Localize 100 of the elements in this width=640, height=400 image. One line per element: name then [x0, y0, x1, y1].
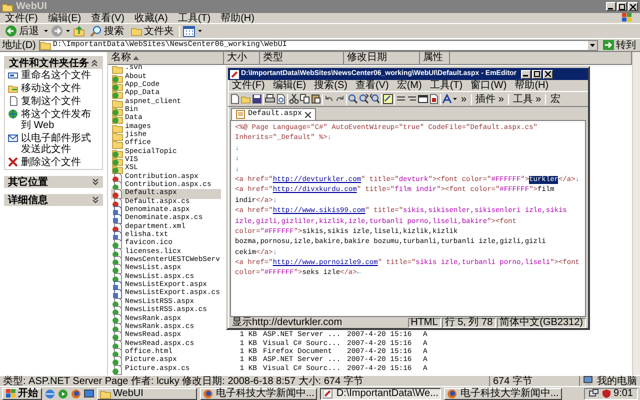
- menu-item[interactable]: 编辑(E): [268, 80, 310, 91]
- panel-title: 文件和文件夹任务: [9, 58, 89, 68]
- page-icon: [112, 289, 123, 300]
- column-header[interactable]: 大小: [224, 52, 260, 64]
- expand-icon[interactable]: [92, 178, 99, 186]
- browser-icon[interactable]: [45, 388, 55, 398]
- menu-item[interactable]: 查看(V): [351, 80, 393, 91]
- minimize-button[interactable]: [520, 70, 531, 78]
- menu-item[interactable]: 收藏(A): [129, 12, 173, 24]
- expand-icon[interactable]: [92, 196, 99, 204]
- go-button[interactable]: 转到: [601, 40, 638, 50]
- caret-icon[interactable]: [453, 98, 457, 100]
- taskbar-button[interactable]: WebUI: [97, 388, 197, 400]
- menu-item[interactable]: 编辑(E): [42, 12, 86, 24]
- bookmark-icon[interactable]: [429, 94, 439, 104]
- cut-icon[interactable]: [289, 94, 299, 104]
- find-next-icon[interactable]: [359, 94, 369, 104]
- page-icon: [112, 298, 123, 308]
- menu-item[interactable]: 窗口(W): [466, 80, 511, 91]
- copy-icon[interactable]: [300, 94, 310, 104]
- toolbar-button[interactable]: 插件 »: [472, 94, 507, 104]
- status-text: 显示http://devturkler.com: [231, 318, 344, 328]
- print-icon[interactable]: [265, 94, 275, 104]
- caret-icon[interactable]: [66, 30, 70, 32]
- taskbar-button[interactable]: 电子科技大学新闻中...: [444, 388, 562, 400]
- task-link[interactable]: 将这个文件发布到 Web: [5, 108, 102, 132]
- desktop-icon[interactable]: [84, 388, 94, 398]
- column-header[interactable]: 类型: [260, 52, 344, 64]
- font-icon[interactable]: [442, 94, 452, 104]
- redo-icon[interactable]: [335, 94, 345, 104]
- undo-icon[interactable]: [324, 94, 334, 104]
- paste-icon[interactable]: [311, 94, 321, 104]
- maximize-button[interactable]: [532, 70, 542, 78]
- web-folder-icon: [112, 156, 123, 166]
- window-icon[interactable]: [418, 94, 428, 104]
- task-link[interactable]: 复制这个文件: [5, 95, 102, 108]
- start-button[interactable]: 开始: [2, 388, 42, 400]
- page-icon: [112, 306, 123, 316]
- page-icon: [112, 272, 123, 283]
- taskbar-button[interactable]: D:\ImportantData\We...: [320, 388, 442, 400]
- menu-item[interactable]: 查看(V): [86, 12, 130, 24]
- folder-icon: [131, 26, 142, 36]
- menu-item[interactable]: 文件(F): [0, 12, 43, 24]
- dropdown-icon[interactable]: [588, 40, 597, 50]
- computer-icon: [583, 376, 593, 386]
- scrollbar[interactable]: [632, 52, 640, 375]
- menu-item[interactable]: 工具(T): [172, 12, 216, 24]
- back-button[interactable]: 后退: [3, 25, 41, 37]
- collapse-icon[interactable]: [91, 59, 98, 67]
- folder-icon: [112, 98, 123, 108]
- page-icon: [112, 198, 123, 208]
- menu-item[interactable]: 工具(T): [426, 80, 467, 91]
- close-button[interactable]: [542, 70, 553, 78]
- column-header[interactable]: 名称: [108, 52, 224, 64]
- network-icon[interactable]: [588, 389, 599, 398]
- task-link[interactable]: 重命名这个文件: [5, 69, 102, 82]
- menu-item[interactable]: 文件(F): [228, 80, 269, 91]
- maximize-button[interactable]: [617, 2, 627, 11]
- folders-button[interactable]: 文件夹: [129, 26, 176, 36]
- highlight-icon[interactable]: [383, 94, 393, 104]
- toolbar-button[interactable]: 工具 »: [510, 94, 544, 104]
- toolbar-button[interactable]: 宏: [547, 94, 564, 104]
- search-button[interactable]: 搜索: [88, 25, 126, 37]
- column-header[interactable]: 修改日期: [344, 52, 420, 64]
- folder-icon: [2, 2, 13, 12]
- page-icon: [112, 314, 123, 324]
- task-link[interactable]: 移动这个文件: [5, 82, 102, 95]
- menu-item[interactable]: 搜索(S): [310, 80, 352, 91]
- mail-icon: [8, 133, 18, 143]
- task-link[interactable]: 删除这个文件: [5, 156, 102, 169]
- code-area[interactable]: [230, 120, 586, 317]
- caret-icon[interactable]: [44, 30, 48, 32]
- preview-icon[interactable]: [276, 94, 286, 104]
- folder-icon: [100, 388, 111, 398]
- close-button[interactable]: [628, 2, 638, 11]
- delete-icon: [8, 157, 18, 167]
- minimize-button[interactable]: [606, 2, 616, 11]
- column-header[interactable]: 属性: [420, 52, 450, 64]
- menu-item[interactable]: 宏(M): [392, 80, 426, 91]
- close-icon[interactable]: [305, 112, 312, 118]
- search-icon[interactable]: [348, 94, 358, 104]
- taskbar-button[interactable]: 电子科技大学新闻中...: [200, 388, 318, 400]
- new-file-icon[interactable]: [230, 94, 240, 104]
- menu-item[interactable]: 帮助(H): [510, 80, 553, 91]
- page-icon: [112, 214, 123, 224]
- folder-icon: [112, 130, 123, 141]
- status-encoding: 简体中文(GB2312): [496, 318, 586, 328]
- copy-icon: [8, 96, 18, 106]
- find-previous-icon[interactable]: [370, 94, 380, 104]
- views-icon[interactable]: [183, 26, 195, 36]
- save-icon[interactable]: [252, 94, 262, 104]
- toolbar-button[interactable]: »: [458, 94, 470, 104]
- caret-icon[interactable]: [198, 30, 202, 32]
- page-icon: [112, 189, 123, 200]
- shield-icon[interactable]: [602, 389, 611, 398]
- page-icon: [112, 281, 123, 292]
- menu-item[interactable]: 帮助(H): [216, 12, 260, 24]
- media-icon[interactable]: [58, 388, 68, 398]
- task-link[interactable]: 以电子邮件形式发送此文件: [5, 132, 102, 156]
- address-label: 地址(D): [2, 40, 36, 50]
